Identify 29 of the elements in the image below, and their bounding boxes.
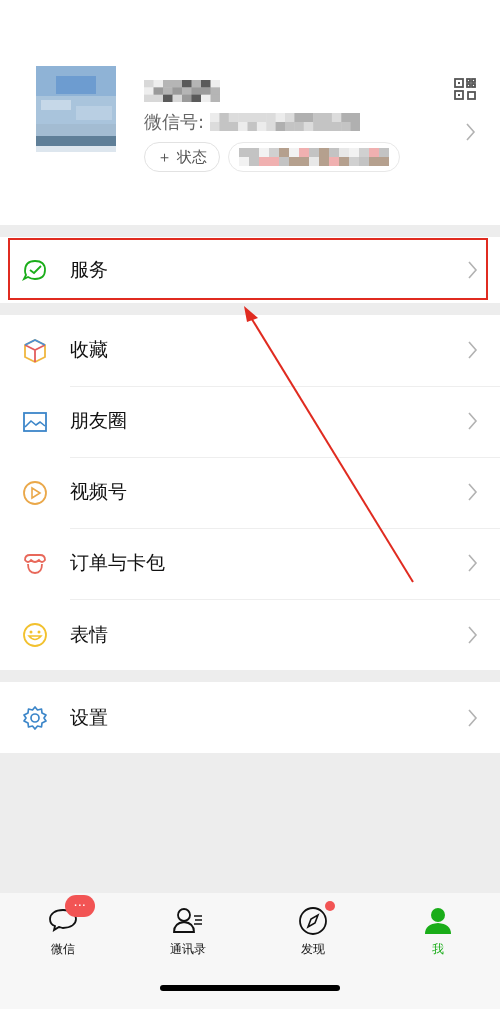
wechat-id-label: 微信号:	[144, 110, 205, 134]
contacts-icon	[171, 905, 204, 935]
add-status-button[interactable]: ＋ 状态	[144, 142, 220, 172]
chevron-icon	[465, 122, 476, 142]
tab[interactable]: 发现	[250, 893, 375, 958]
gear-icon	[22, 704, 48, 731]
menu-item[interactable]: 订单与卡包	[0, 528, 500, 599]
chevron-icon	[467, 260, 478, 280]
chevron-icon	[467, 340, 478, 360]
compass-icon	[296, 905, 329, 935]
menu-item[interactable]: 收藏	[0, 315, 500, 386]
tab[interactable]: 通讯录	[125, 893, 250, 958]
tab[interactable]: ··· 微信	[0, 893, 125, 958]
menu-item[interactable]: 视频号	[0, 457, 500, 528]
menu-item[interactable]: 表情	[0, 599, 500, 670]
menu-item[interactable]: 朋友圈	[0, 386, 500, 457]
menu-item[interactable]: 服务	[0, 237, 500, 303]
chevron-icon	[467, 624, 478, 645]
chevron-icon	[467, 482, 478, 502]
chevron-icon	[467, 411, 478, 431]
unread-badge: ···	[64, 895, 95, 917]
chevron-icon	[467, 553, 478, 573]
qr-code-icon	[454, 78, 476, 100]
menu-item[interactable]: 设置	[0, 682, 500, 753]
cube-icon	[22, 337, 48, 364]
home-indicator[interactable]	[160, 984, 340, 991]
chevron-icon	[467, 707, 478, 728]
smiley-icon	[22, 621, 48, 648]
play-circle-icon	[22, 479, 48, 506]
